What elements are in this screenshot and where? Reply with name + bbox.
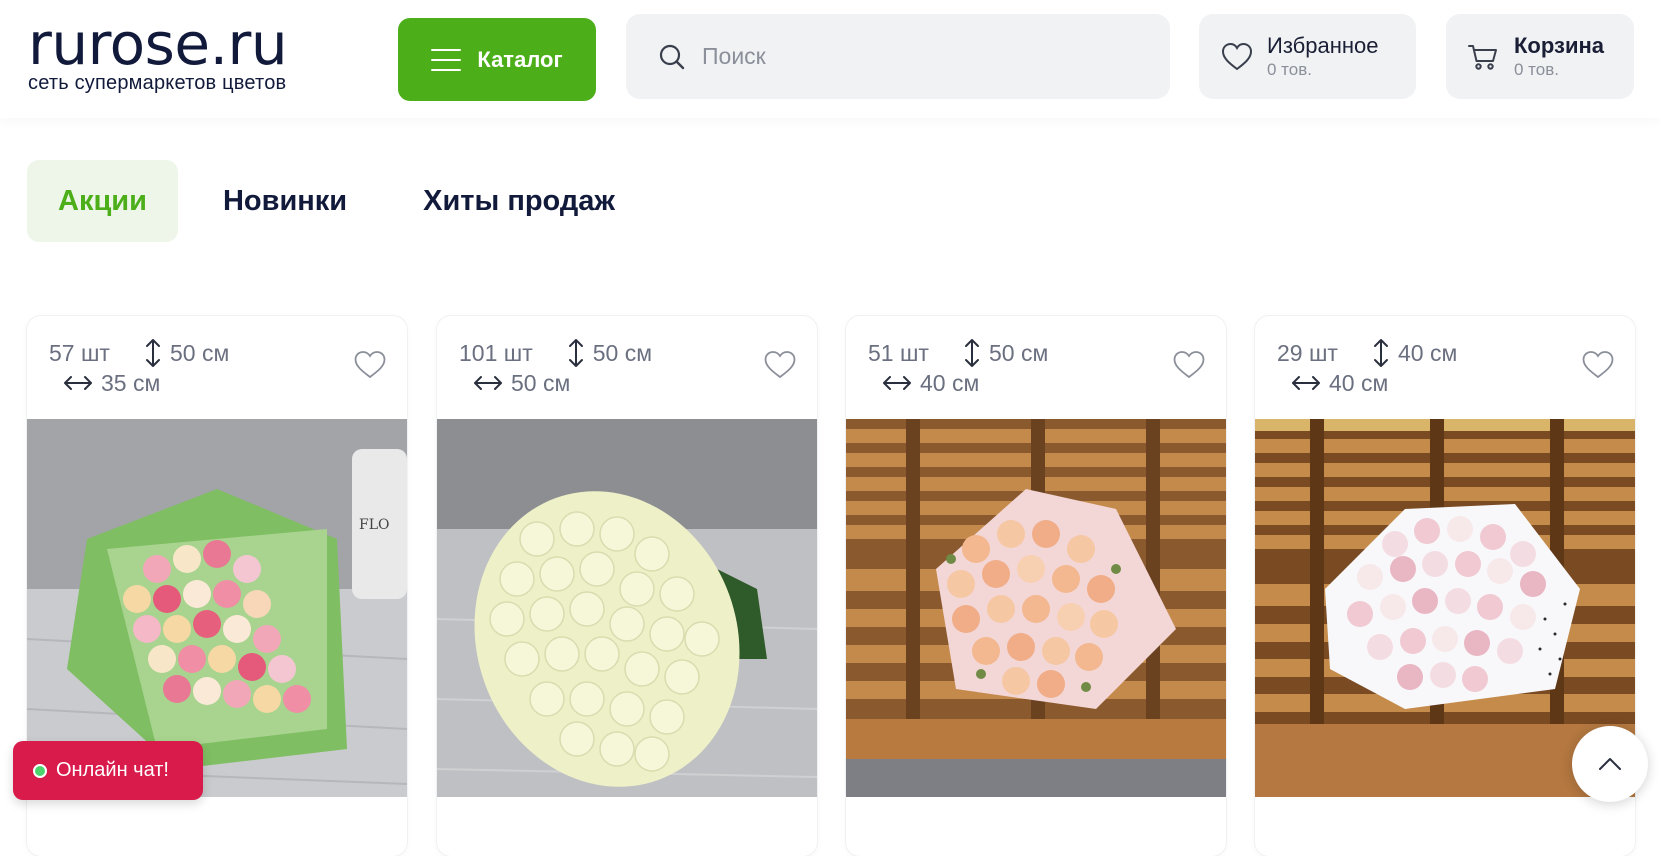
product-width: 35 см [101,370,161,396]
svg-text:FLO: FLO [359,517,390,533]
product-width: 50 см [511,370,571,396]
product-quantity: 57 шт [49,340,110,366]
heart-icon [1221,42,1253,70]
logo[interactable]: rurose.ru сеть супермаркетов цветов [28,10,288,95]
product-height: 50 см [592,340,653,366]
product-width: 40 см [920,370,980,396]
scroll-to-top-button[interactable] [1572,726,1648,802]
online-chat-label: Онлайн чат! [56,759,169,781]
cart-count: 0 тов. [1514,59,1559,79]
cart-label: Корзина [1514,32,1604,58]
vertical-arrows-icon [145,339,160,367]
horizontal-arrows-icon [474,376,502,390]
catalog-button[interactable]: Каталог [398,18,596,101]
product-card[interactable]: 101 шт 50 см 50 см [437,316,817,856]
menu-icon [431,48,462,71]
product-specs: 57 шт 50 см 35 см [49,338,229,398]
add-to-favorites-icon[interactable] [353,350,387,380]
horizontal-arrows-icon [883,376,911,390]
search-icon [659,44,685,69]
vertical-arrows-icon [1373,339,1388,367]
favorites-label: Избранное [1267,32,1379,58]
add-to-favorites-icon[interactable] [1581,350,1615,380]
product-photo[interactable] [846,419,1226,797]
product-width: 40 см [1329,370,1389,396]
online-chat-button[interactable]: Онлайн чат! [13,741,203,800]
add-to-favorites-icon[interactable] [1172,350,1206,380]
product-height: 50 см [169,340,230,366]
vertical-arrows-icon [568,339,583,367]
product-photo[interactable] [1255,419,1635,797]
product-height: 50 см [988,340,1049,366]
product-quantity: 101 шт [459,340,533,366]
horizontal-arrows-icon [1292,376,1320,390]
logo-tagline: сеть супермаркетов цветов [28,72,287,94]
product-specs: 29 шт 40 см 40 см [1277,338,1457,398]
site-header: rurose.ru сеть супермаркетов цветов Ката… [0,0,1660,118]
tab-promotions[interactable]: Акции [27,160,178,242]
add-to-favorites-icon[interactable] [763,350,797,380]
tab-bestsellers[interactable]: Хиты продаж [423,160,615,242]
product-quantity: 29 шт [1277,340,1338,366]
search-box[interactable] [626,14,1170,99]
horizontal-arrows-icon [64,376,92,390]
cart-button[interactable]: Корзина 0 тов. [1446,14,1634,99]
catalog-label: Каталог [477,46,563,72]
favorites-count: 0 тов. [1267,59,1312,79]
online-status-icon [33,763,47,778]
product-tabs: Акции Новинки Хиты продаж [27,160,615,242]
product-specs: 51 шт 50 см 40 см [868,338,1048,398]
search-input[interactable] [702,43,1122,70]
favorites-button[interactable]: Избранное 0 тов. [1199,14,1416,99]
cart-icon [1468,44,1497,70]
product-quantity: 51 шт [868,340,929,366]
chevron-up-icon [1599,758,1621,770]
tab-new[interactable]: Новинки [223,160,347,242]
vertical-arrows-icon [964,339,979,367]
logo-text: rurose.ru [28,10,288,78]
product-card[interactable]: 51 шт 50 см 40 см [846,316,1226,856]
product-photo[interactable] [437,419,817,797]
product-height: 40 см [1397,340,1458,366]
product-specs: 101 шт 50 см 50 см [459,338,652,398]
